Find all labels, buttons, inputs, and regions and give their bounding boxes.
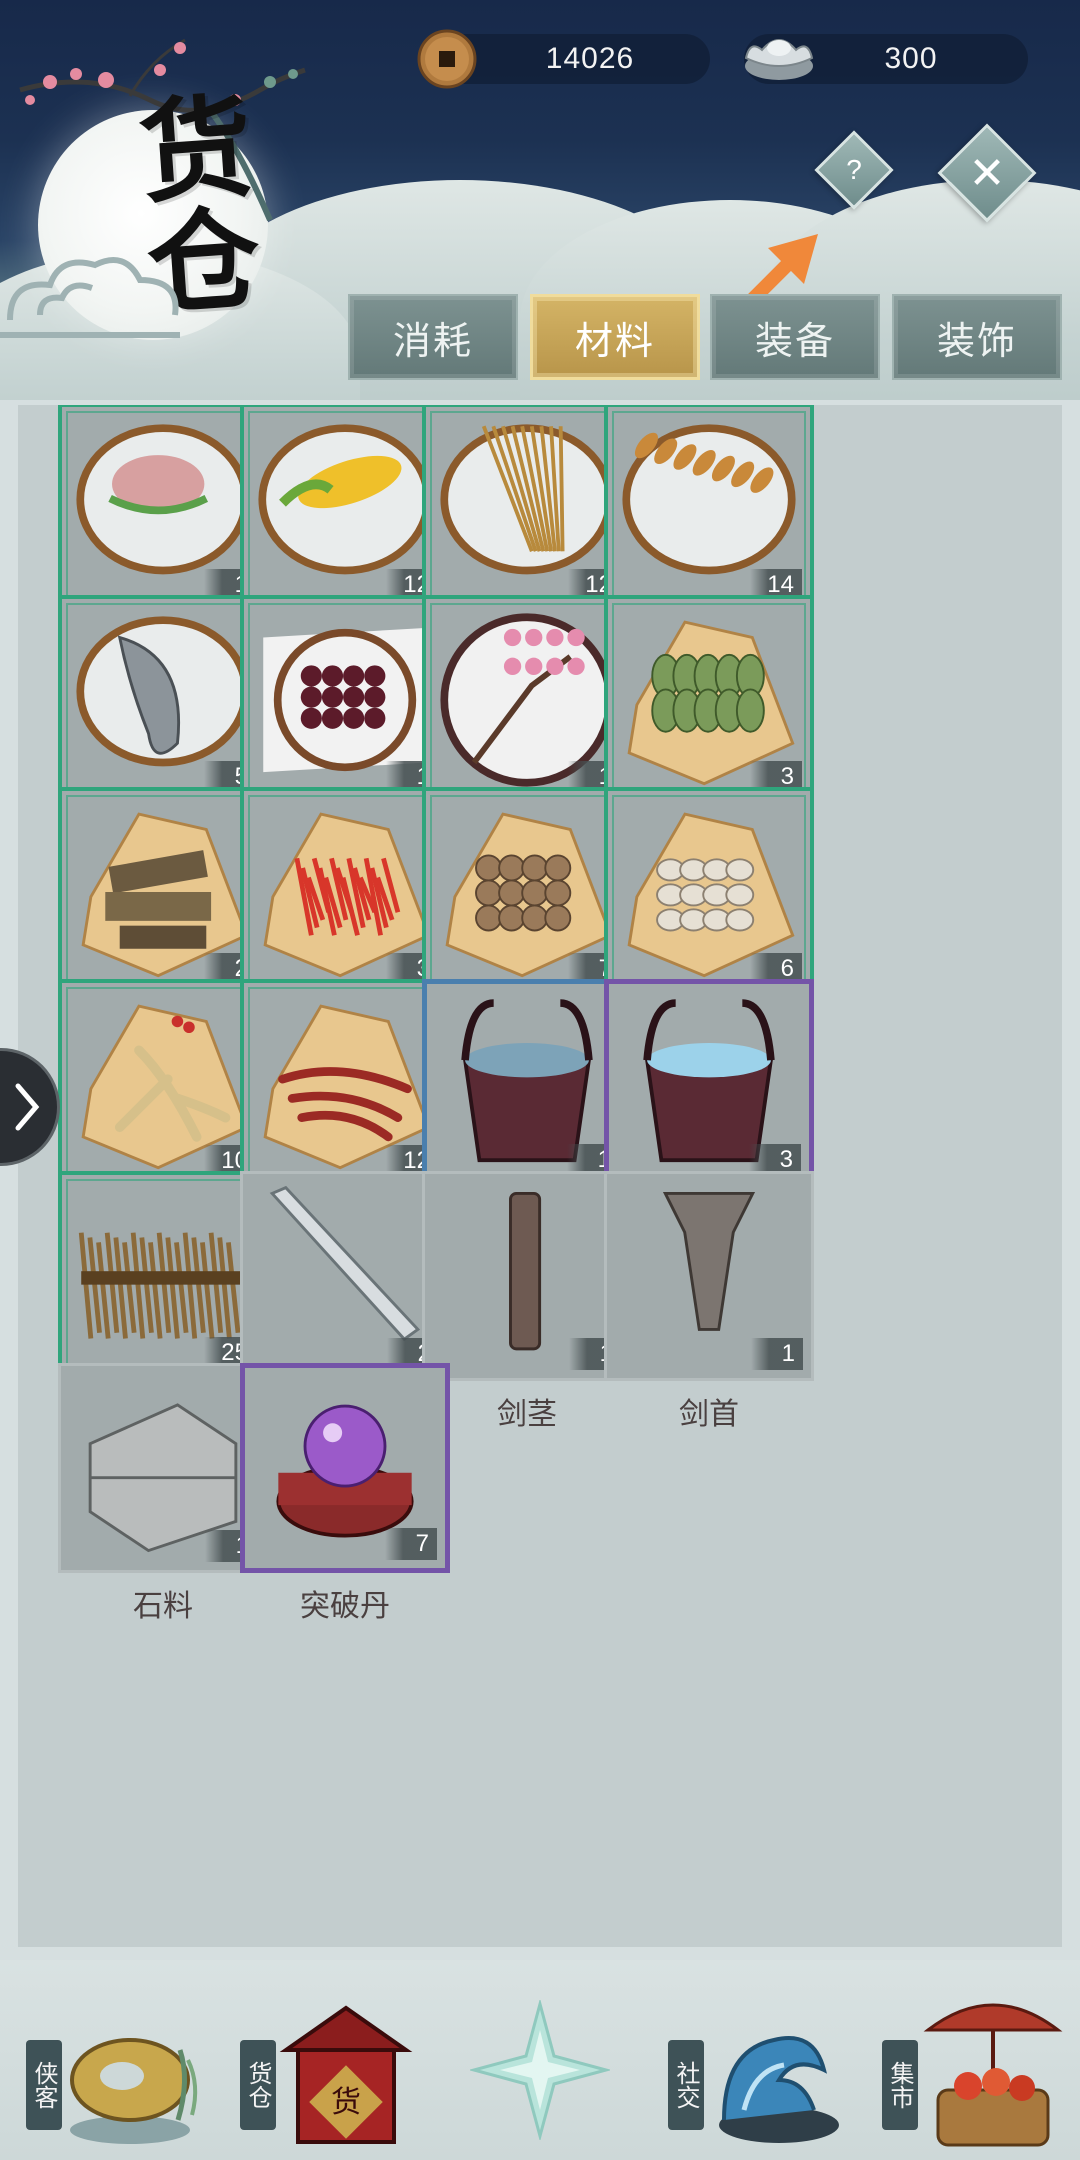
nav-hero-label: 侠客 xyxy=(26,2040,62,2130)
bottom-nav: 侠客 货仓 货 社交 集市 xyxy=(0,1960,1080,2160)
header: 货仓 14026 300 ? ✕ 消耗 材料 装备 装饰 xyxy=(0,0,1080,400)
close-icon: ✕ xyxy=(968,147,1006,199)
item-tile[interactable]: 7 xyxy=(422,787,632,997)
cloud-icon xyxy=(0,257,180,338)
item-name: 剑首 xyxy=(679,1397,739,1432)
item-tile[interactable]: 2 xyxy=(58,787,268,997)
item-tile[interactable]: 1 xyxy=(58,405,268,613)
nav-hero[interactable]: 侠客 xyxy=(20,1960,220,2160)
item-tile[interactable]: 25 xyxy=(58,1171,268,1381)
item-tile[interactable]: 1 xyxy=(422,1171,632,1381)
nav-social-label: 社交 xyxy=(668,2040,704,2130)
item-tile[interactable]: 1 xyxy=(240,595,450,805)
item-slot[interactable]: 7 突破丹 xyxy=(240,1363,450,1624)
item-tile[interactable]: 14 xyxy=(604,405,814,613)
item-count: 1 xyxy=(751,1338,803,1370)
social-wave-icon xyxy=(719,2036,839,2143)
item-tile[interactable]: 1 xyxy=(604,1171,814,1381)
coin-icon xyxy=(417,29,477,89)
silver-balance: 300 xyxy=(744,34,1028,84)
item-tile[interactable]: 12 xyxy=(240,405,450,613)
item-tile[interactable]: 5 xyxy=(58,595,268,805)
tab-decorations[interactable]: 装饰 xyxy=(892,294,1062,380)
item-tile[interactable]: 3 xyxy=(604,595,814,805)
item-tile[interactable]: 12 xyxy=(240,979,450,1189)
item-count: 7 xyxy=(385,1528,437,1560)
help-label: ? xyxy=(846,154,862,185)
item-tile[interactable]: 2 xyxy=(240,1171,450,1381)
inventory-panel[interactable]: 1鸡肉12玉米12稻谷14小麦5鱼1桑葚1桃花3淫羊藿2杜仲3红花7三七6百合1… xyxy=(18,405,1062,1947)
item-tile[interactable]: 3 xyxy=(240,787,450,997)
item-tile[interactable]: 1 xyxy=(422,595,632,805)
item-name: 突破丹 xyxy=(300,1589,390,1624)
silver-amount: 300 xyxy=(884,42,938,75)
nav-warehouse-label: 货仓 xyxy=(240,2040,276,2130)
market-icon xyxy=(923,2003,1063,2147)
item-name: 剑茎 xyxy=(497,1397,557,1432)
hero-icon xyxy=(70,2038,198,2144)
item-name: 石料 xyxy=(133,1589,193,1624)
coin-amount: 14026 xyxy=(545,42,635,75)
item-tile[interactable]: 12 xyxy=(422,405,632,613)
item-tile[interactable]: 7 xyxy=(240,1363,450,1573)
tab-materials[interactable]: 材料 xyxy=(530,294,700,380)
item-slot[interactable]: 1 石料 xyxy=(58,1363,268,1624)
nav-warehouse[interactable]: 货仓 货 xyxy=(236,1960,436,2160)
nav-social[interactable]: 社交 xyxy=(664,1960,864,2160)
tab-equipment[interactable]: 装备 xyxy=(710,294,880,380)
warehouse-icon: 货 xyxy=(279,2005,413,2144)
tab-consumables[interactable]: 消耗 xyxy=(348,294,518,380)
nav-market[interactable]: 集市 xyxy=(878,1960,1078,2160)
nav-market-label: 集市 xyxy=(882,2040,918,2130)
nav-home[interactable] xyxy=(440,1960,640,2160)
star-compass-icon xyxy=(470,2000,610,2140)
item-slot[interactable]: 1 剑首 xyxy=(604,1171,814,1432)
svg-text:货: 货 xyxy=(331,2085,361,2120)
item-slot[interactable]: 1 剑茎 xyxy=(422,1171,632,1432)
chevron-right-icon xyxy=(15,1083,39,1131)
item-tile[interactable]: 1 xyxy=(58,1363,268,1573)
item-tile[interactable]: 10 xyxy=(58,979,268,1189)
item-tile[interactable]: 3 xyxy=(604,979,814,1189)
item-tile[interactable]: 1 xyxy=(422,979,632,1189)
item-tile[interactable]: 6 xyxy=(604,787,814,997)
coin-balance: 14026 xyxy=(417,29,710,89)
